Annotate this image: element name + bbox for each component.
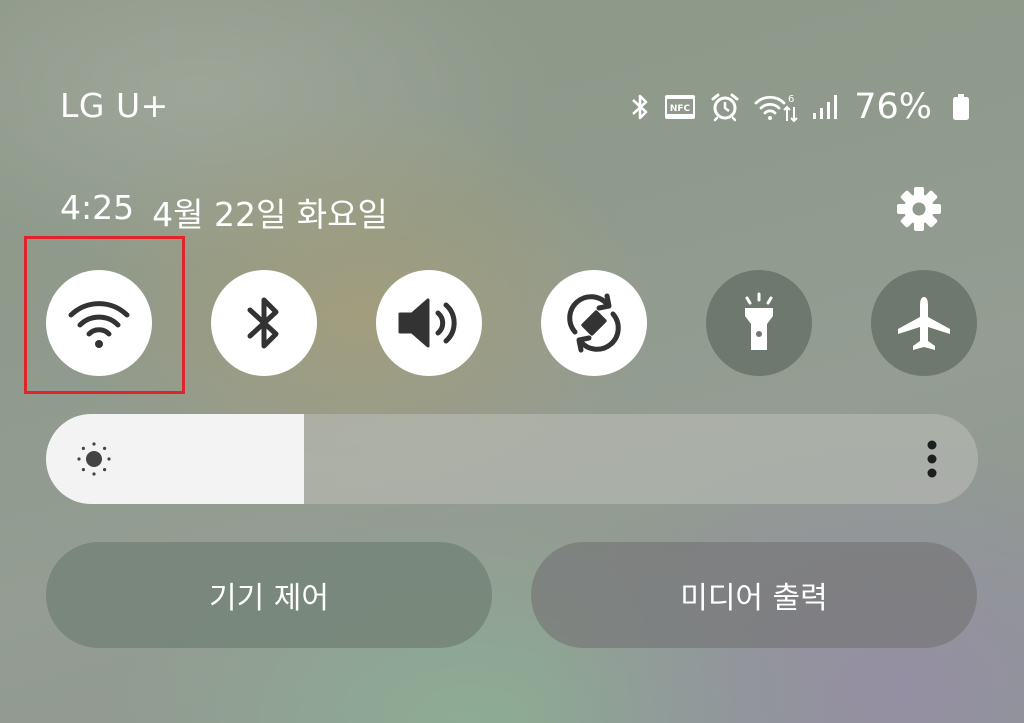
media-output-button[interactable]: 미디어 출력 xyxy=(531,542,977,648)
brightness-slider[interactable] xyxy=(46,414,978,504)
flashlight-toggle[interactable] xyxy=(706,270,812,376)
gear-icon xyxy=(897,187,941,231)
status-icons: NFC 6 76% xyxy=(630,84,970,130)
nfc-label: NFC xyxy=(670,104,691,114)
bluetooth-toggle[interactable] xyxy=(211,270,317,376)
more-options-icon[interactable] xyxy=(926,439,938,479)
wifi-6-icon: 6 xyxy=(754,91,798,123)
svg-text:6: 6 xyxy=(788,94,794,105)
brightness-sun-icon xyxy=(77,442,111,476)
clock-time: 4:25 xyxy=(60,188,135,227)
bluetooth-status-icon xyxy=(630,92,650,122)
device-control-button[interactable]: 기기 제어 xyxy=(46,542,492,648)
nfc-icon: NFC xyxy=(664,94,696,120)
date-time: 4:25 4월 22일 화요일 xyxy=(60,188,388,236)
carrier-name: LG U+ xyxy=(60,86,169,125)
airplane-mode-toggle[interactable] xyxy=(871,270,977,376)
signal-icon xyxy=(812,93,838,121)
battery-percent: 76% xyxy=(854,87,932,127)
volume-icon xyxy=(398,298,457,348)
auto-rotate-toggle[interactable] xyxy=(541,270,647,376)
battery-icon xyxy=(952,93,970,121)
date-label: 4월 22일 화요일 xyxy=(152,195,388,234)
rotate-icon xyxy=(567,293,621,353)
sound-toggle[interactable] xyxy=(376,270,482,376)
alarm-icon xyxy=(710,92,740,122)
settings-button[interactable] xyxy=(896,186,942,232)
airplane-icon xyxy=(898,297,950,350)
highlight-box xyxy=(24,236,185,394)
flashlight-icon xyxy=(745,292,773,350)
bluetooth-icon xyxy=(247,297,279,349)
